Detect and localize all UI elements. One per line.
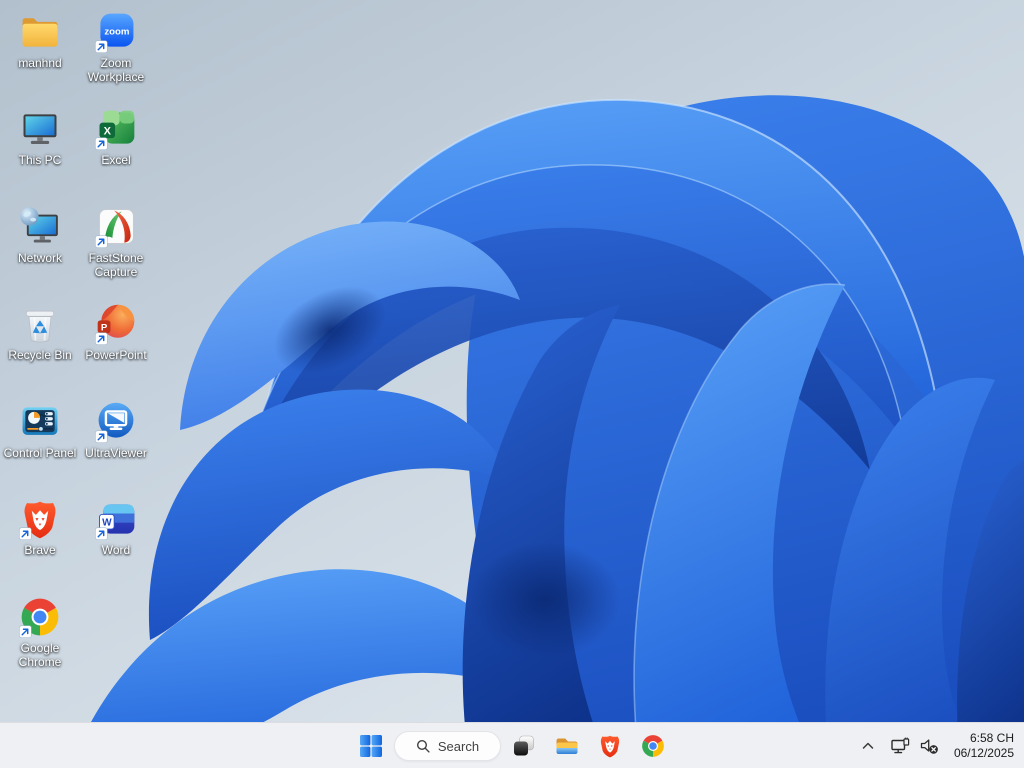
desktop-icon-excel[interactable]: X Excel: [78, 107, 154, 167]
chevron-up-icon: [862, 742, 874, 749]
desktop-icon-brave[interactable]: Brave: [2, 497, 78, 557]
tray-network-volume-button[interactable]: [885, 728, 944, 764]
desktop-icon-label: Word: [101, 543, 131, 557]
task-view-button[interactable]: [504, 726, 544, 766]
desktop-icon-ultraviewer[interactable]: UltraViewer: [78, 400, 154, 460]
desktop-icon-label: Recycle Bin: [8, 348, 72, 362]
chrome-icon: [642, 735, 664, 757]
desktop-icon-control-panel[interactable]: Control Panel: [2, 400, 78, 460]
desktop-icon-google-chrome[interactable]: Google Chrome: [2, 595, 78, 669]
taskbar-clock[interactable]: 6:58 CH 06/12/2025: [948, 731, 1016, 761]
desktop-icon-label: Control Panel: [3, 446, 77, 460]
chrome-icon: [18, 598, 59, 639]
svg-text:X: X: [104, 126, 112, 138]
svg-text:zoom: zoom: [104, 26, 129, 37]
brave-icon: [18, 501, 56, 541]
start-icon: [360, 735, 382, 757]
desktop-icon-word[interactable]: W Word: [78, 497, 154, 557]
chrome-taskbar-button[interactable]: [633, 726, 673, 766]
desktop-icon-label: FastStone Capture: [88, 251, 144, 279]
clock-time: 6:58 CH: [969, 731, 1014, 745]
svg-text:W: W: [102, 517, 112, 528]
recycle-bin-icon: [25, 310, 55, 343]
desktop-icon-label: Google Chrome: [18, 641, 62, 669]
file-explorer-icon: [556, 738, 578, 754]
brave-taskbar-button[interactable]: [590, 726, 630, 766]
desktop-icon-label: manhnd: [18, 56, 62, 70]
folder-icon: [22, 18, 58, 47]
control-panel-icon: [22, 407, 58, 435]
faststone-icon: [94, 209, 134, 249]
monitor-icon: [23, 114, 57, 145]
word-icon: W: [94, 504, 135, 541]
desktop-icon-network[interactable]: Network: [2, 205, 78, 265]
desktop-icon-label: Zoom Workplace: [87, 56, 145, 84]
desktop-icon-recycle-bin[interactable]: Recycle Bin: [2, 302, 78, 362]
task-view-icon: [514, 735, 534, 756]
windows-desktop: manhnd zoom Zoom Workplace This PC X Exc…: [0, 0, 1024, 768]
desktop-icon-this-pc[interactable]: This PC: [2, 107, 78, 167]
clock-date: 06/12/2025: [953, 746, 1014, 760]
desktop-icon-label: PowerPoint: [85, 348, 147, 362]
taskbar-center-group: Search: [351, 723, 673, 768]
start-button[interactable]: [351, 726, 391, 766]
excel-icon: X: [94, 110, 135, 151]
volume-muted-icon: [920, 739, 938, 754]
desktop-icon-label: UltraViewer: [85, 446, 147, 460]
system-tray: 6:58 CH 06/12/2025: [855, 723, 1016, 768]
desktop-icon-powerpoint[interactable]: P PowerPoint: [78, 302, 154, 362]
brave-icon: [600, 735, 620, 758]
desktop-icon-label: Network: [17, 251, 62, 265]
search-box[interactable]: Search: [394, 731, 501, 761]
taskbar: Search 6:58 CH 06/12/2025: [0, 722, 1024, 768]
powerpoint-icon: P: [94, 304, 135, 346]
desktop-icon-label: Brave: [24, 543, 56, 557]
zoom-icon: zoom: [94, 13, 134, 54]
svg-text:P: P: [101, 322, 108, 333]
ultraviewer-icon: [94, 402, 134, 444]
network-wired-icon: [891, 737, 910, 754]
desktop-icon-label: Excel: [101, 153, 131, 167]
desktop-icon-zoom-workplace[interactable]: zoom Zoom Workplace: [78, 10, 154, 84]
tray-overflow-button[interactable]: [855, 728, 881, 764]
search-label: Search: [437, 738, 480, 754]
desktop-icon-manhnd[interactable]: manhnd: [2, 10, 78, 70]
file-explorer-button[interactable]: [547, 726, 587, 766]
network-icon: [20, 207, 58, 243]
desktop-icon-label: This PC: [18, 153, 62, 167]
desktop-icon-faststone-capture[interactable]: FastStone Capture: [78, 205, 154, 279]
search-icon: [416, 739, 430, 753]
